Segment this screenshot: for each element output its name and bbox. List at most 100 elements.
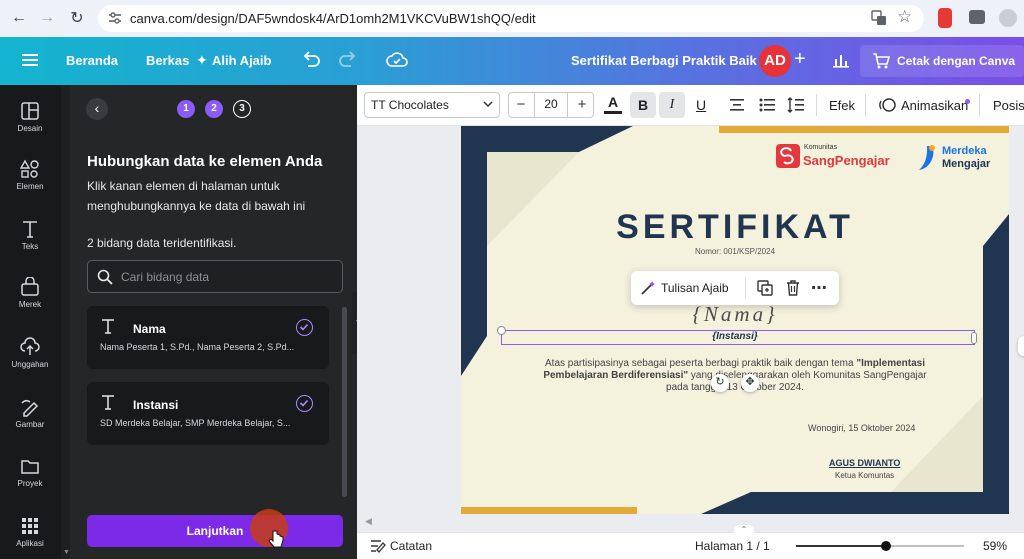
add-collaborator-icon[interactable]: + (794, 48, 806, 71)
font-size-input[interactable]: 20 (534, 93, 568, 117)
screen-recorder-icon[interactable] (969, 10, 985, 24)
panel-description-1: Klik kanan elemen di halaman untuk (87, 179, 280, 193)
browser-toolbar: ← → ↻ canva.com/design/DAF5wndosk4/ArD1o… (0, 0, 1024, 37)
magic-write-button[interactable]: Tulisan Ajaib (661, 281, 729, 295)
canvas-area[interactable]: Komunitas SangPengajar Merdeka Mengajar … (357, 126, 1024, 532)
data-field-card-instansi[interactable]: Instansi SD Merdeka Belajar, SMP Merdeka… (87, 382, 329, 445)
certificate-page[interactable]: Komunitas SangPengajar Merdeka Mengajar … (461, 126, 1009, 514)
body-text-1: Atas partisipasinya sebagai peserta berb… (545, 358, 857, 369)
rotate-icon[interactable]: ↻ (711, 374, 729, 392)
search-icon (97, 269, 113, 285)
extension-icon[interactable] (938, 8, 952, 28)
left-rail: Desain Elemen Teks Merek Unggahan Gambar… (0, 85, 60, 559)
profile-avatar[interactable] (999, 9, 1017, 27)
print-button-label: Cetak dengan Canva (897, 54, 1016, 68)
panel-scrollbar[interactable]: ▼ (61, 85, 70, 559)
logo1-small-text: Komunitas (804, 144, 838, 151)
effects-button[interactable]: Efek (829, 98, 855, 113)
scroll-down-icon[interactable]: ▼ (63, 549, 70, 556)
font-size-stepper[interactable]: − 20 + (508, 92, 594, 118)
text-icon (20, 219, 40, 239)
rail-item-draw[interactable]: Gambar (0, 397, 60, 429)
rail-item-projects[interactable]: Proyek (0, 456, 60, 488)
font-family-value: TT Chocolates (371, 98, 449, 112)
notes-button[interactable]: Catatan (390, 539, 432, 553)
move-icon[interactable]: ✥ (741, 374, 759, 392)
italic-button[interactable]: I (659, 92, 685, 118)
more-options-icon[interactable]: ⋯ (811, 278, 828, 298)
magic-switch-button[interactable]: Alih Ajaib (212, 53, 271, 68)
menu-icon[interactable] (22, 53, 38, 67)
undo-icon[interactable] (301, 50, 321, 68)
brand-icon (20, 277, 40, 297)
site-settings-icon[interactable] (108, 12, 122, 24)
name-placeholder[interactable]: {Nama} (461, 302, 1009, 327)
spacing-icon[interactable] (787, 97, 805, 113)
url-text[interactable]: canva.com/design/DAF5wndosk4/ArD1omh2M1V… (130, 11, 536, 26)
file-menu[interactable]: Berkas (146, 53, 189, 68)
step-indicator-2: 2 (205, 100, 223, 118)
address-bar[interactable]: canva.com/design/DAF5wndosk4/ArD1omh2M1V… (98, 5, 924, 32)
page-nav-handle[interactable] (1018, 336, 1024, 356)
position-button[interactable]: Posisi (993, 98, 1024, 113)
cloud-save-icon[interactable] (386, 51, 408, 69)
increase-size-button[interactable]: + (570, 93, 594, 117)
zoom-level[interactable]: 59% (983, 539, 1007, 553)
text-field-icon (100, 318, 116, 334)
toolbar-divider (865, 94, 866, 116)
field-name: Nama (133, 322, 166, 336)
data-field-card-nama[interactable]: Nama Nama Peserta 1, S.Pd., Nama Peserta… (87, 306, 329, 369)
sangpengajar-logo-icon (776, 144, 800, 168)
home-link[interactable]: Beranda (66, 53, 118, 68)
translate-icon[interactable] (871, 10, 887, 26)
document-title[interactable]: Sertifikat Berbagi Praktik Baik (571, 53, 757, 68)
toolbar-divider (816, 94, 817, 116)
redo-icon[interactable] (338, 50, 358, 68)
page-indicator[interactable]: Halaman 1 / 1 (695, 539, 770, 553)
magic-icon: ✦ (196, 52, 208, 68)
forward-icon[interactable]: → (36, 7, 58, 29)
insights-icon[interactable] (832, 52, 850, 68)
show-pages-chevron-icon[interactable]: ⌃ (734, 525, 754, 535)
bold-button[interactable]: B (630, 92, 656, 118)
animate-button[interactable]: Animasikan (901, 98, 968, 113)
font-family-select[interactable]: TT Chocolates (364, 92, 500, 118)
upload-icon (20, 337, 40, 357)
field-search-input[interactable]: Cari bidang data (87, 260, 343, 293)
align-center-icon[interactable] (729, 98, 745, 112)
rail-item-brand[interactable]: Merek (0, 277, 60, 309)
text-color-button[interactable]: A (604, 94, 622, 116)
print-button[interactable]: Cetak dengan Canva (860, 45, 1024, 77)
decrease-size-button[interactable]: − (509, 93, 533, 117)
rail-item-elements[interactable]: Elemen (0, 159, 60, 191)
underline-button[interactable]: U (688, 92, 714, 118)
rail-item-text[interactable]: Teks (0, 219, 60, 251)
draw-icon (20, 397, 40, 417)
notes-icon (370, 539, 386, 553)
body-theme-1: "Implementasi (856, 358, 925, 369)
delete-icon[interactable] (785, 279, 801, 296)
zoom-slider-thumb[interactable] (881, 541, 891, 551)
rail-item-uploads[interactable]: Unggahan (0, 337, 60, 369)
continue-button-label: Lanjutkan (186, 524, 244, 538)
cart-icon (872, 52, 890, 70)
magic-write-icon (640, 280, 656, 296)
continue-button[interactable]: Lanjutkan (87, 515, 343, 547)
back-icon[interactable]: ← (8, 7, 30, 29)
duplicate-icon[interactable] (757, 280, 773, 296)
canvas-scroll-left-icon[interactable]: ◀ (365, 516, 372, 527)
user-avatar[interactable]: AD (759, 45, 791, 77)
institution-placeholder[interactable]: {Instansi} (461, 331, 1009, 342)
bookmark-star-icon[interactable]: ☆ (897, 7, 912, 27)
rail-item-apps[interactable]: Aplikasi (0, 516, 60, 548)
panel-scroll-thumb[interactable] (342, 307, 347, 497)
shapes-icon (20, 159, 40, 179)
zoom-slider[interactable] (796, 541, 964, 551)
back-button[interactable]: ‹ (86, 98, 108, 120)
reload-icon[interactable]: ↻ (66, 7, 88, 29)
signer-name: AGUS DWIANTO (829, 458, 901, 468)
panel-title: Hubungkan data ke elemen Anda (87, 153, 323, 170)
folder-icon (20, 456, 40, 476)
rail-item-design[interactable]: Desain (0, 101, 60, 133)
list-icon[interactable] (759, 97, 775, 113)
